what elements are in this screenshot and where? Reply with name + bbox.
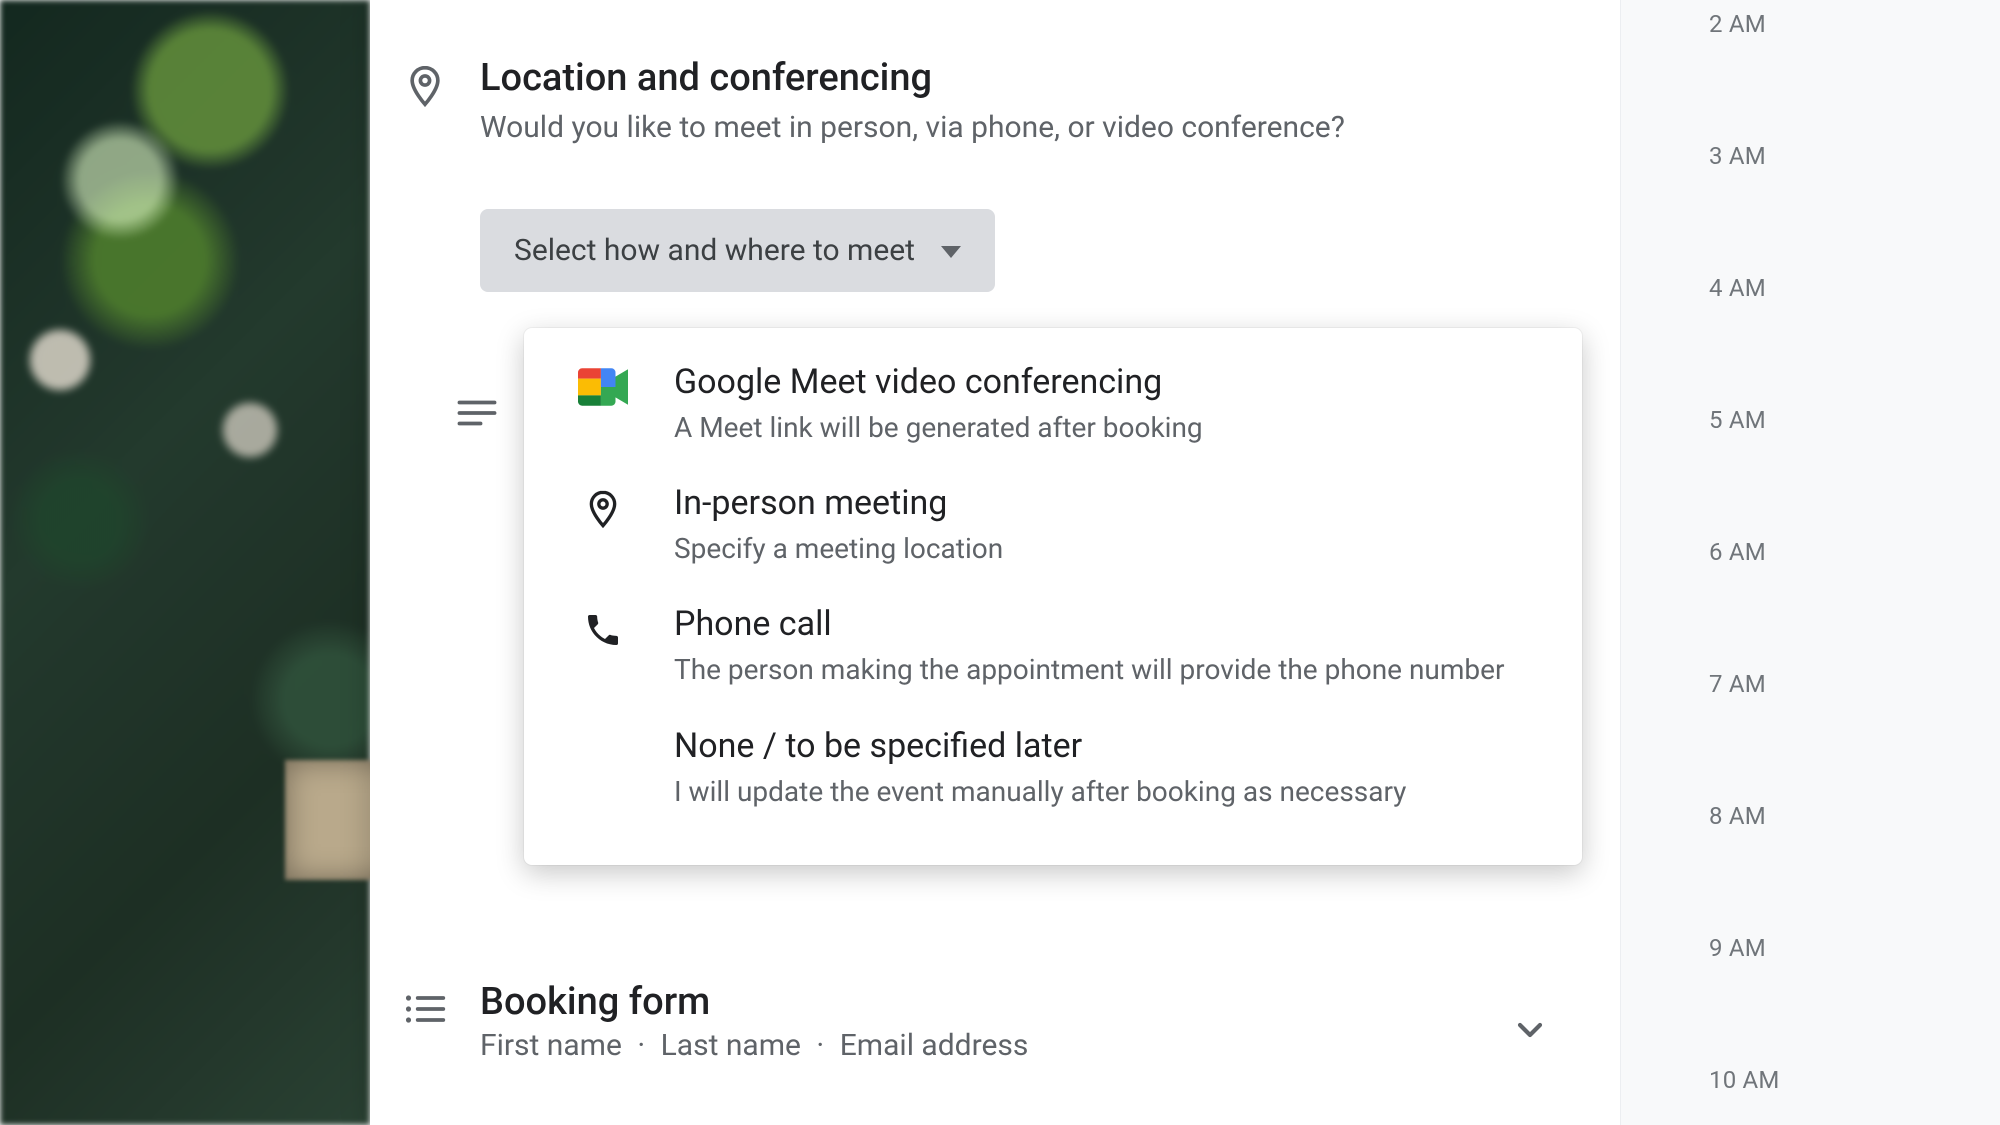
location-section: Location and conferencing Would you like…: [370, 0, 1620, 149]
separator: ·: [629, 1028, 653, 1063]
time-label: 3 AM: [1709, 142, 1766, 170]
booking-field: Last name: [661, 1028, 801, 1063]
booking-field: Email address: [840, 1028, 1029, 1063]
separator: ·: [808, 1028, 832, 1063]
booking-field: First name: [480, 1028, 622, 1063]
menu-option-none[interactable]: None / to be specified later I will upda…: [524, 712, 1582, 833]
menu-option-desc: The person making the appointment will p…: [674, 650, 1528, 689]
time-label: 5 AM: [1709, 406, 1766, 434]
menu-option-desc: Specify a meeting location: [674, 529, 1528, 568]
menu-option-title: In-person meeting: [674, 483, 1528, 523]
location-pin-icon: [403, 64, 447, 112]
menu-option-desc: A Meet link will be generated after book…: [674, 408, 1528, 447]
menu-option-title: Google Meet video conferencing: [674, 362, 1528, 402]
meeting-type-menu: Google Meet video conferencing A Meet li…: [524, 328, 1582, 865]
menu-option-in-person[interactable]: In-person meeting Specify a meeting loca…: [524, 469, 1582, 590]
form-list-icon: [403, 992, 447, 1030]
menu-option-phone-call[interactable]: Phone call The person making the appoint…: [524, 590, 1582, 711]
menu-option-desc: I will update the event manually after b…: [674, 772, 1528, 811]
chevron-down-icon[interactable]: [1510, 1010, 1550, 1054]
select-meeting-type-dropdown[interactable]: Select how and where to meet: [480, 209, 995, 292]
time-label: 6 AM: [1709, 538, 1766, 566]
wallpaper-strip: [0, 0, 370, 1125]
phone-icon: [583, 610, 623, 654]
time-label: 8 AM: [1709, 802, 1766, 830]
booking-form-title: Booking form: [480, 980, 1580, 1024]
select-meeting-type-label: Select how and where to meet: [514, 233, 915, 268]
time-label: 2 AM: [1709, 10, 1766, 38]
time-label: 4 AM: [1709, 274, 1766, 302]
google-meet-icon: [578, 368, 628, 410]
time-ruler: 2 AM 3 AM 4 AM 5 AM 6 AM 7 AM 8 AM 9 AM 10 AM: [1620, 0, 2000, 1125]
booking-form-fields: First name · Last name · Email address: [480, 1028, 1580, 1063]
caret-down-icon: [941, 246, 961, 258]
menu-option-title: Phone call: [674, 604, 1528, 644]
location-pin-icon: [583, 489, 623, 533]
location-section-title: Location and conferencing: [480, 56, 1580, 100]
time-label: 7 AM: [1709, 670, 1766, 698]
description-icon: [456, 396, 498, 434]
menu-option-google-meet[interactable]: Google Meet video conferencing A Meet li…: [524, 348, 1582, 469]
menu-option-title: None / to be specified later: [674, 726, 1528, 766]
time-label: 10 AM: [1709, 1066, 1780, 1094]
time-label: 9 AM: [1709, 934, 1766, 962]
booking-form-section[interactable]: Booking form First name · Last name · Em…: [370, 980, 1620, 1063]
location-section-subtitle: Would you like to meet in person, via ph…: [480, 108, 1580, 149]
